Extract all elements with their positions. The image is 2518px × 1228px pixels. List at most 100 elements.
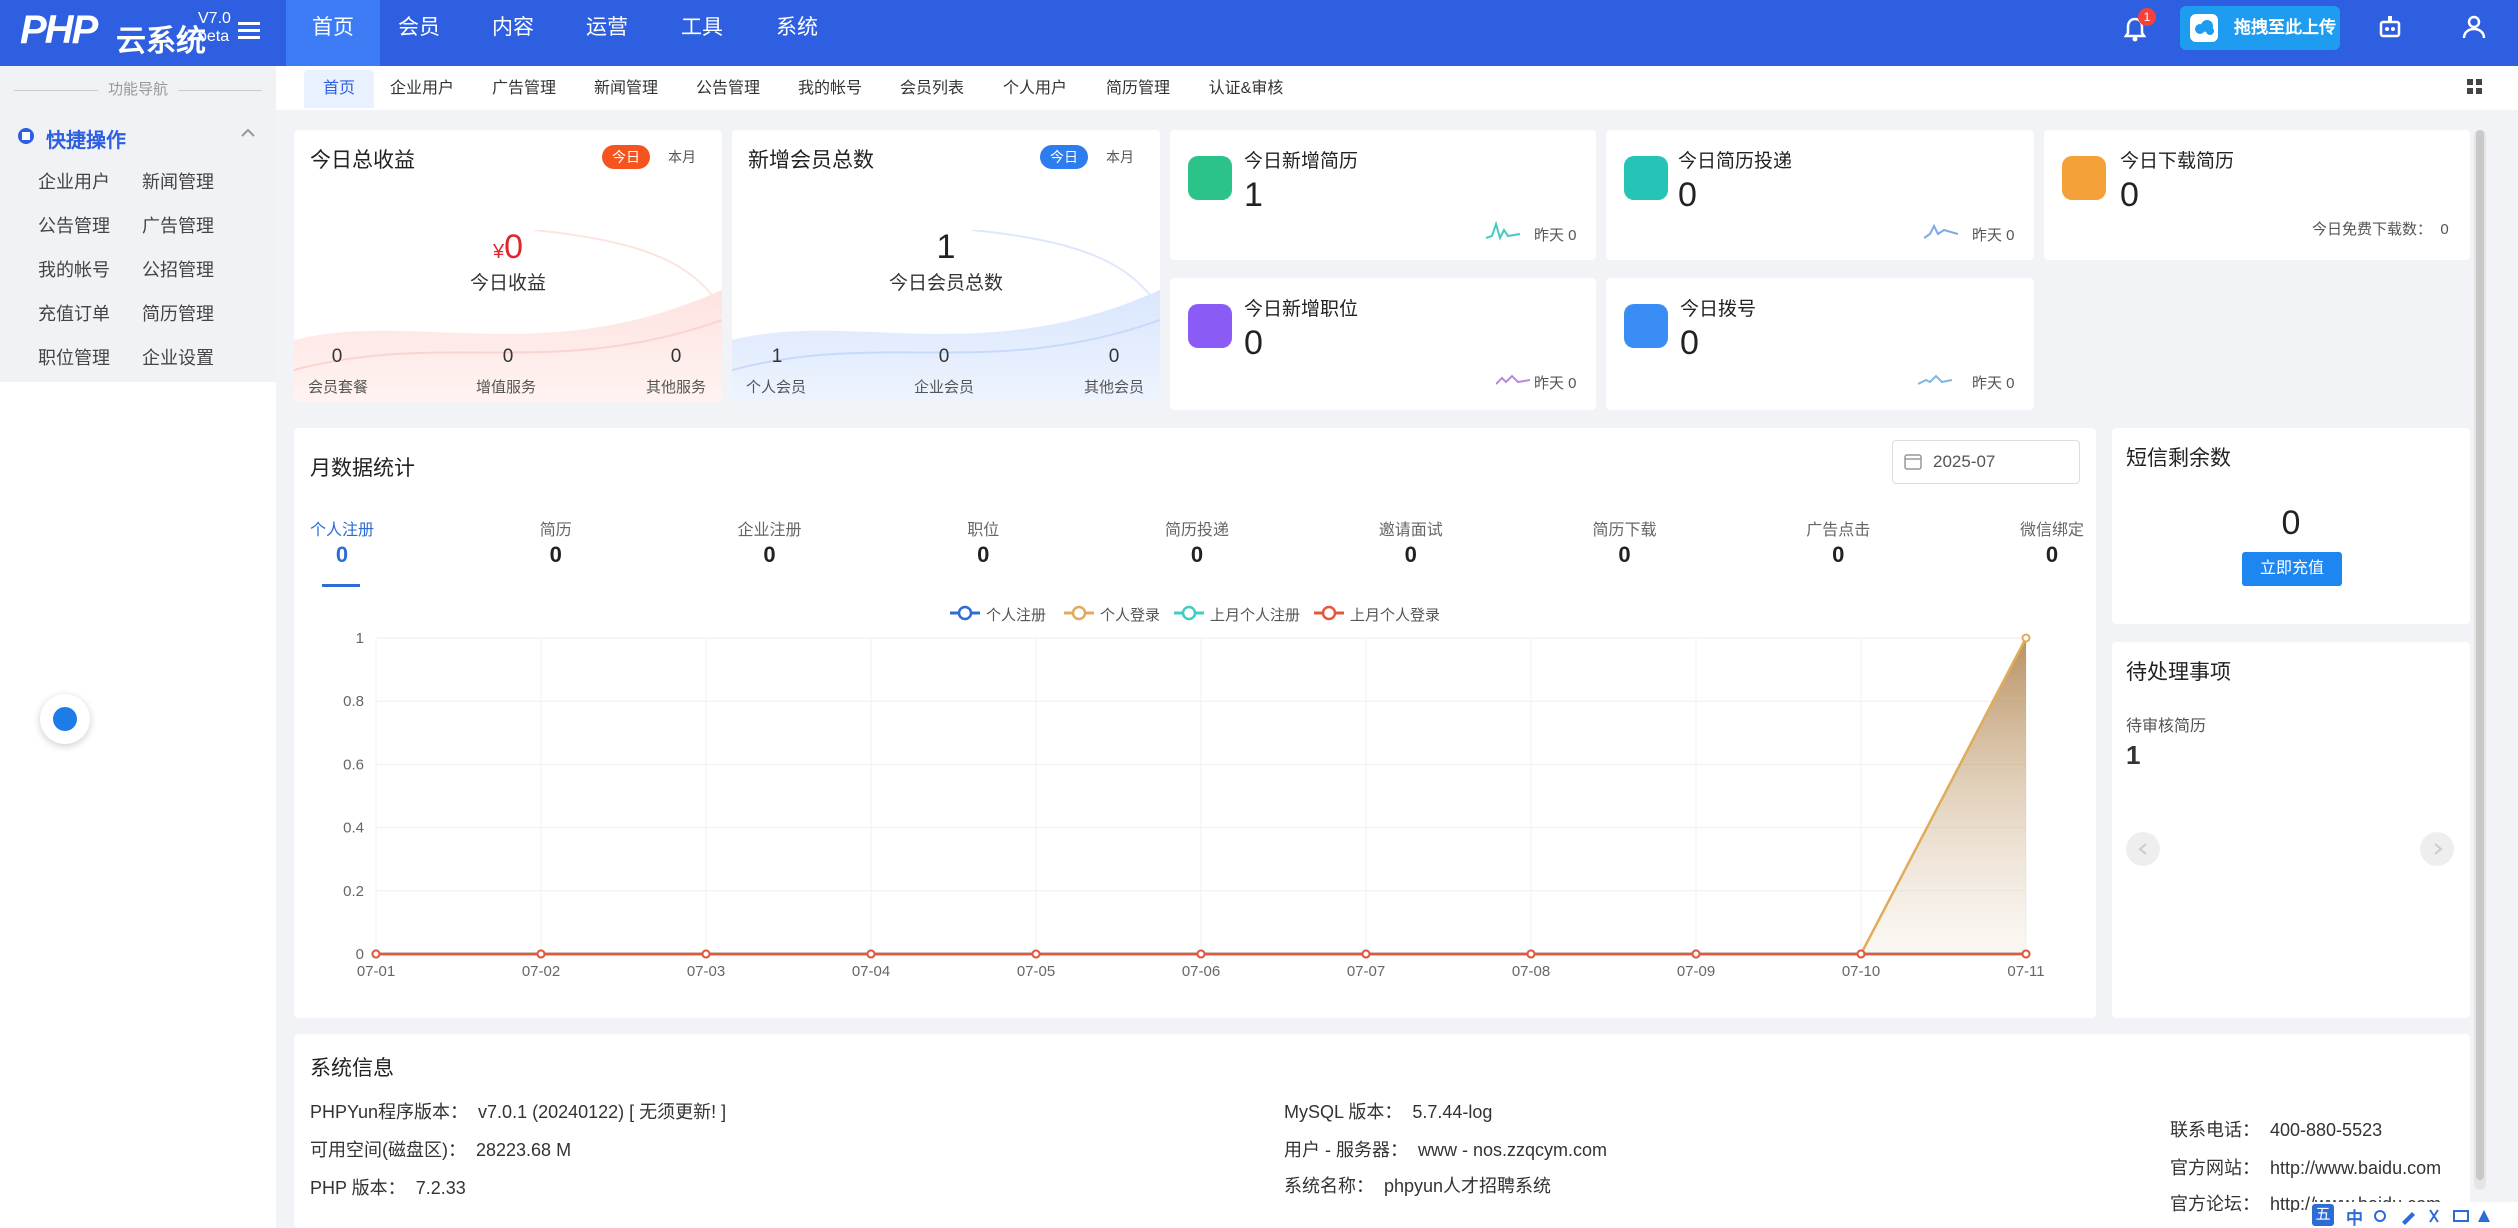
sidebar-link[interactable]: 职位管理 (38, 344, 110, 370)
data-point (2021, 949, 2031, 959)
nav-tools[interactable]: 工具 (663, 0, 741, 66)
tab-notices[interactable]: 公告管理 (690, 70, 766, 108)
tab-member-list[interactable]: 会员列表 (894, 70, 970, 108)
sysinfo-line: 联系电话： 400-880-5523 (2170, 1120, 2383, 1140)
tab-resume-mgmt[interactable]: 简历管理 (1100, 70, 1176, 108)
dialpad-icon (1624, 304, 1668, 348)
user-icon[interactable] (2462, 14, 2486, 40)
calendar-icon (1904, 454, 1922, 470)
float-chat-button[interactable] (40, 694, 90, 744)
nav-content[interactable]: 内容 (474, 0, 552, 66)
logo-version: V7.0 (198, 10, 231, 27)
revenue-stat-value: 0 (331, 346, 343, 367)
metric-label[interactable]: 简历 (496, 516, 616, 540)
sidebar-link[interactable]: 企业用户 (38, 168, 110, 194)
robot-icon[interactable] (2378, 14, 2402, 40)
metric-label[interactable]: 职位 (923, 516, 1043, 540)
sparkline-icon (1486, 220, 1520, 241)
members-today-pill[interactable]: 今日 (1040, 145, 1088, 169)
tab-my-account[interactable]: 我的帐号 (792, 70, 868, 108)
tab-news[interactable]: 新闻管理 (588, 70, 664, 108)
stat-value: 0 (2120, 176, 2139, 214)
notification-badge: 1 (2138, 8, 2156, 26)
metric-label[interactable]: 个人注册 (282, 516, 402, 540)
members-month-pill[interactable]: 本月 (1096, 145, 1144, 169)
x-tick-label: 07-07 (1347, 963, 1385, 980)
revenue-stat-value: 0 (670, 346, 682, 367)
logo-main: PHP (20, 8, 98, 52)
metric-value: 0 (2045, 542, 2059, 567)
x-tick-label: 07-01 (357, 963, 395, 980)
tab-verify[interactable]: 认证&审核 (1204, 70, 1288, 108)
sidebar-link[interactable]: 广告管理 (142, 212, 214, 238)
sidebar-link[interactable]: 企业设置 (142, 344, 214, 370)
data-point (371, 949, 381, 959)
sms-title: 短信剩余数 (2126, 447, 2231, 470)
revenue-today-pill[interactable]: 今日 (602, 145, 650, 169)
revenue-stat-label: 增值服务 (476, 379, 537, 396)
nav-operations[interactable]: 运营 (568, 0, 646, 66)
pending-label: 待审核简历 (2126, 718, 2207, 735)
metric-label[interactable]: 企业注册 (710, 516, 830, 540)
members-stat-value: 1 (771, 346, 783, 367)
quick-ops-title[interactable]: 快捷操作 (46, 124, 126, 153)
data-point (1691, 949, 1701, 959)
ime-logo[interactable]: 五 (2312, 1204, 2334, 1226)
stat-title: 今日拨号 (1680, 299, 1757, 320)
x-tick-label: 07-03 (687, 963, 725, 980)
nav-members[interactable]: 会员 (380, 0, 458, 66)
metric-label[interactable]: 简历下载 (1565, 516, 1685, 540)
members-stat-label: 企业会员 (914, 379, 975, 396)
tab-home[interactable]: 首页 (304, 70, 374, 108)
logo[interactable]: PHP 云系统 V7.0 beta (20, 8, 231, 58)
metric-value: 0 (763, 542, 776, 567)
revenue-month-pill[interactable]: 本月 (658, 145, 706, 169)
stat-title: 今日简历投递 (1678, 151, 1793, 172)
ime-tool-icons[interactable] (2372, 1206, 2512, 1226)
metric-value: 0 (977, 542, 990, 567)
data-point (1031, 949, 1041, 959)
ime-lang[interactable]: 中 (2346, 1204, 2363, 1228)
currency-symbol: ¥ (492, 241, 505, 263)
sidebar-link[interactable]: 新闻管理 (142, 168, 214, 194)
revenue-label: 今日收益 (469, 273, 546, 294)
sidebar-link[interactable]: 简历管理 (142, 300, 214, 326)
tab-personal-users[interactable]: 个人用户 (997, 70, 1073, 108)
sidebar-link[interactable]: 我的帐号 (38, 256, 110, 282)
sidebar-link[interactable]: 公招管理 (142, 256, 214, 282)
scrollbar-thumb[interactable] (2476, 130, 2484, 1180)
resume-add-icon (1188, 156, 1232, 200)
stat-title: 今日新增简历 (1244, 151, 1359, 172)
tab-ads[interactable]: 广告管理 (486, 70, 562, 108)
revenue-title: 今日总收益 (310, 149, 415, 172)
nav-system[interactable]: 系统 (758, 0, 836, 66)
metric-label[interactable]: 微信绑定 (1992, 516, 2112, 540)
sidebar-link[interactable]: 公告管理 (38, 212, 110, 238)
hamburger-menu-icon[interactable] (238, 18, 260, 49)
logo-sub: 云系统 (116, 25, 206, 58)
grid-icon[interactable] (2466, 78, 2484, 96)
metric-label[interactable]: 广告点击 (1778, 516, 1898, 540)
nav-home[interactable]: 首页 (286, 0, 380, 66)
data-point (1196, 949, 1206, 959)
data-point (536, 949, 546, 959)
sysinfo-line[interactable]: 官方网站： http://www.baidu.com (2170, 1154, 2441, 1180)
stat-foot: 昨天 0 (1534, 227, 1577, 244)
stat-card-resume-delivery (1606, 130, 2034, 260)
tab-enterprise-users[interactable]: 企业用户 (384, 70, 460, 108)
revenue-amount: 0 (504, 228, 524, 266)
sidebar-link[interactable]: 充值订单 (38, 300, 110, 326)
stat-value: 0 (1680, 324, 1699, 362)
stat-card-dial (1606, 278, 2034, 410)
metric-value: 0 (1832, 542, 1845, 567)
stat-foot: 今日免费下载数： 0 (2312, 221, 2449, 238)
revenue-stat-value: 0 (502, 346, 514, 367)
sysinfo-line: 可用空间(磁盘区)： 28223.68 M (310, 1140, 572, 1160)
data-point (1856, 949, 1866, 959)
chevron-up-icon[interactable] (240, 126, 256, 144)
metric-label[interactable]: 简历投递 (1137, 516, 1257, 540)
recharge-button[interactable]: 立即充值 (2242, 552, 2342, 586)
metric-label[interactable]: 邀请面试 (1351, 516, 1471, 540)
metric-value: 0 (1404, 542, 1417, 567)
stat-foot: 昨天 0 (1972, 375, 2015, 392)
